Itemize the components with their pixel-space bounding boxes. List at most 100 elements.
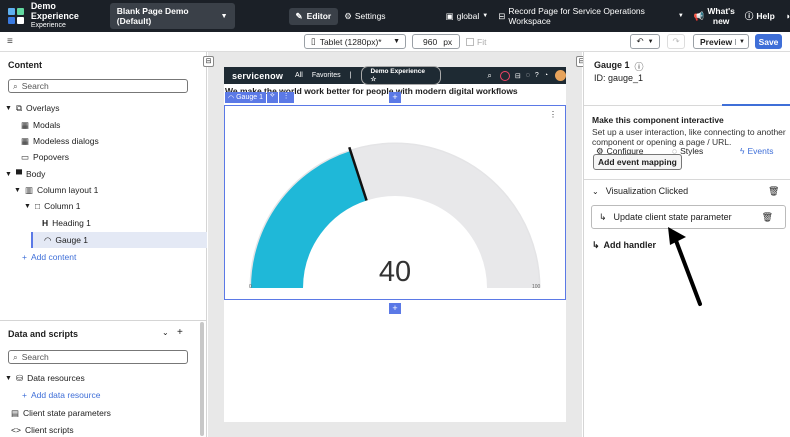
trash-icon[interactable]: 🗑 <box>768 186 779 197</box>
more-icon[interactable]: ⋮ <box>278 92 294 103</box>
nav-badge[interactable]: Demo Experience ☆ <box>361 66 442 85</box>
tree-label: Modals <box>33 120 61 130</box>
bell-icon[interactable]: ◔ <box>544 72 548 79</box>
chevron-down-icon[interactable]: ⌄ <box>162 328 169 337</box>
chevron-down-icon: ⌄ <box>592 186 599 196</box>
device-select-label: Tablet (1280px)* <box>319 36 382 47</box>
scrollbar[interactable] <box>200 322 204 436</box>
add-below-button[interactable]: + <box>389 303 401 314</box>
page-selector-label: Blank Page Demo (Default) <box>116 6 189 26</box>
tree-label: Gauge 1 <box>55 235 89 245</box>
add-handler-link[interactable]: ↳ Add handler <box>592 240 656 251</box>
selected-tag[interactable]: ◠ Gauge 1 <box>225 92 266 103</box>
record-page-selector[interactable]: ⊟ Record Page for Service Operations Wor… <box>498 6 684 26</box>
tree-item-column-layout[interactable]: ▼ ▥ Column layout 1 <box>14 183 98 197</box>
nav-badge-label: Demo Experience <box>370 68 425 75</box>
app-subtitle: Experience <box>30 22 66 29</box>
help-icon[interactable]: ? <box>535 72 539 79</box>
tree-item-overlays[interactable]: ▼ ⧉ Overlays <box>5 101 60 115</box>
plus-icon: + <box>22 390 27 400</box>
whats-new-button[interactable]: 📢 What's new <box>694 6 735 26</box>
hamburger-icon[interactable]: ≡ <box>7 36 13 47</box>
nav-divider: | <box>349 72 352 79</box>
globe-icon[interactable] <box>499 70 510 81</box>
fit-checkbox[interactable]: Fit <box>466 37 486 47</box>
tree-item-body[interactable]: ▼ ▀ Body <box>5 167 45 181</box>
search-icon[interactable]: ⌕ <box>487 71 491 81</box>
redo-button[interactable]: ↷ <box>667 34 685 49</box>
save-button[interactable]: Save <box>755 34 782 49</box>
help-button[interactable]: ⓘ Help <box>745 10 775 22</box>
tree-label: Modeless dialogs <box>33 136 99 146</box>
editor-button[interactable]: ✎ Editor <box>288 7 339 25</box>
chevron-down-icon: ▼ <box>735 38 745 45</box>
add-content-link[interactable]: + Add content <box>22 250 76 264</box>
event-name: Visualization Clicked <box>605 186 689 196</box>
page-selector[interactable]: Blank Page Demo (Default) ▼ <box>109 3 235 29</box>
help-label: Help <box>756 11 775 21</box>
redo-icon: ↷ <box>672 36 680 46</box>
caret-down-icon: ▼ <box>5 104 12 112</box>
add-event-mapping-button[interactable]: Add event mapping <box>593 154 682 170</box>
collapse-left-panel-icon[interactable]: ⊟ <box>203 56 214 67</box>
megaphone-icon: 📢 <box>693 10 705 21</box>
sidebar-icon[interactable]: ⊟ <box>515 72 521 80</box>
tree-item-client-state[interactable]: ▤ Client state parameters <box>11 406 111 420</box>
interactive-desc: Set up a user interaction, like connecti… <box>592 127 786 147</box>
device-select[interactable]: ▯ Tablet (1280px)* ▼ <box>304 34 406 49</box>
data-search-input[interactable]: ⌕ Search <box>8 350 188 364</box>
add-data-resource-link[interactable]: + Add data resource <box>22 388 100 402</box>
tree-item-modeless-dialogs[interactable]: ▦ Modeless dialogs <box>21 134 99 148</box>
undo-button[interactable]: ↶ ▼ <box>630 34 660 49</box>
tree-item-modals[interactable]: ▦ Modals <box>21 118 60 132</box>
chat-icon[interactable]: ◌ <box>526 72 530 79</box>
add-handler-label: Add handler <box>603 240 657 250</box>
gauge-component[interactable]: ⋮ 40 0 100 <box>224 105 566 300</box>
tab-events-label: Events <box>747 146 774 156</box>
save-label: Save <box>758 36 779 47</box>
data-scripts-title: Data and scripts <box>8 329 79 339</box>
tree-label: Overlays <box>26 103 60 113</box>
app-logo-icon <box>8 8 24 24</box>
width-input[interactable]: 960 px <box>412 34 460 49</box>
selected-tag-label: Gauge 1 <box>236 94 263 101</box>
nav-favorites[interactable]: Favorites <box>312 72 341 79</box>
app-name[interactable]: Demo Experience Experience <box>31 1 101 31</box>
caret-down-icon: ▼ <box>5 170 12 178</box>
event-row[interactable]: ⌄ Visualization Clicked <box>592 186 688 196</box>
tree-label: Column layout 1 <box>36 185 99 195</box>
tree-item-heading[interactable]: H Heading 1 <box>42 216 91 230</box>
content-search-input[interactable]: ⌕ Search <box>8 79 188 93</box>
theme-toggle[interactable]: ◑ <box>785 11 790 21</box>
window-icon: ▦ <box>21 119 30 130</box>
link-icon[interactable]: ⟡ <box>266 92 278 103</box>
settings-button[interactable]: ⚙ Settings <box>344 11 385 22</box>
selected-tag-bar: ◠ Gauge 1 ⟡ ⋮ <box>225 92 294 103</box>
plus-icon[interactable]: + <box>177 327 183 338</box>
tree-item-popovers[interactable]: ▭ Popovers <box>21 150 69 164</box>
nav-all[interactable]: All <box>295 72 303 79</box>
avatar[interactable] <box>555 70 566 81</box>
preview-button[interactable]: Preview ▼ <box>693 34 749 49</box>
gauge-value: 40 <box>378 256 412 288</box>
tree-item-column[interactable]: ▼ □ Column 1 <box>24 199 80 213</box>
component-title: Gauge 1 <box>594 60 630 70</box>
chevron-down-icon: ▼ <box>647 38 654 45</box>
info-icon[interactable]: ⓘ <box>635 60 644 73</box>
tree-item-client-scripts[interactable]: <> Client scripts <box>11 423 74 437</box>
handler-card[interactable]: ↳ Update client state parameter 🗑 <box>591 205 786 229</box>
tree-item-gauge[interactable]: ◠ Gauge 1 <box>31 232 207 248</box>
component-id: ID: gauge_1 <box>594 73 644 83</box>
tree-item-data-resources[interactable]: ▼ ⛁ Data resources <box>5 371 85 385</box>
device-preview: servicenow All Favorites | Demo Experien… <box>224 66 566 422</box>
add-above-button[interactable]: + <box>389 92 401 103</box>
data-search-placeholder: Search <box>21 352 49 362</box>
columns-icon: ▥ <box>24 184 33 195</box>
body-icon: ▀ <box>15 169 22 179</box>
help-icon: ⓘ <box>744 11 754 21</box>
gear-icon: ⚙ <box>344 10 352 21</box>
trash-icon[interactable]: 🗑 <box>762 212 773 223</box>
chevron-down-icon: ▼ <box>220 12 228 20</box>
scope-selector[interactable]: ▣ global ▼ <box>446 11 489 22</box>
undo-icon: ↶ <box>636 36 644 46</box>
